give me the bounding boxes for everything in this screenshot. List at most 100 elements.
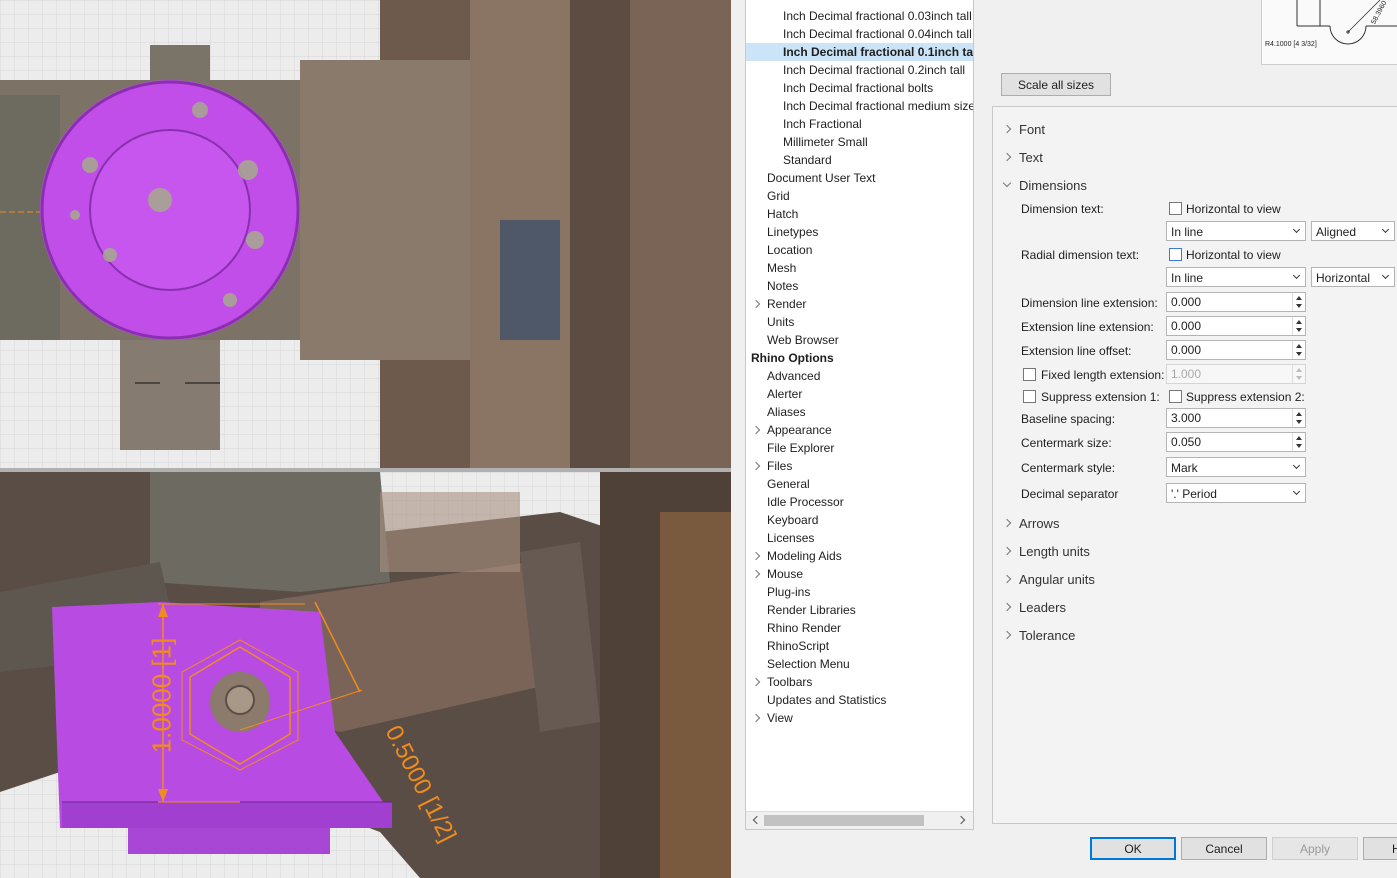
- tree-item[interactable]: Mesh: [767, 259, 796, 277]
- spin-down-icon[interactable]: [1296, 376, 1302, 380]
- tree-item[interactable]: Document User Text: [767, 169, 876, 187]
- tree-item[interactable]: Notes: [767, 277, 798, 295]
- tree-item[interactable]: Render: [767, 295, 806, 313]
- spin-up-icon[interactable]: [1296, 344, 1302, 348]
- tree-header[interactable]: Rhino Options: [751, 349, 834, 367]
- tree-horizontal-scrollbar[interactable]: [746, 811, 973, 829]
- expand-chevron-icon[interactable]: [751, 461, 761, 471]
- dim-line-ext-input[interactable]: 0.000: [1166, 292, 1306, 312]
- ext-line-ext-input[interactable]: 0.000: [1166, 316, 1306, 336]
- tree-item[interactable]: Inch Decimal fractional 0.04inch tall: [783, 25, 972, 43]
- tree-item[interactable]: Updates and Statistics: [767, 691, 886, 709]
- spin-up-icon[interactable]: [1296, 412, 1302, 416]
- spin-up-icon[interactable]: [1296, 320, 1302, 324]
- scroll-left-icon[interactable]: [752, 815, 762, 825]
- tree-item[interactable]: Render Libraries: [767, 601, 856, 619]
- help-button[interactable]: H: [1363, 837, 1397, 860]
- tree-item[interactable]: Modeling Aids: [767, 547, 842, 565]
- tree-item[interactable]: Web Browser: [767, 331, 839, 349]
- dimensions-collapse-icon[interactable]: [1002, 178, 1012, 188]
- spin-up-icon[interactable]: [1296, 436, 1302, 440]
- tolerance-expand-icon[interactable]: [1002, 630, 1012, 640]
- tree-item[interactable]: Selection Menu: [767, 655, 850, 673]
- centermark-size-input[interactable]: 0.050: [1166, 432, 1306, 452]
- top-viewport[interactable]: [0, 0, 731, 468]
- expand-chevron-icon[interactable]: [751, 425, 761, 435]
- font-expand-icon[interactable]: [1002, 124, 1012, 134]
- tree-item[interactable]: Inch Decimal fractional 0.2inch tall: [783, 61, 965, 79]
- tree-item[interactable]: Linetypes: [767, 223, 818, 241]
- spin-down-icon[interactable]: [1296, 352, 1302, 356]
- tree-item[interactable]: Inch Decimal fractional 0.1inch tall: [746, 43, 973, 61]
- tree-item[interactable]: File Explorer: [767, 439, 834, 457]
- tree-item[interactable]: Location: [767, 241, 812, 259]
- text-expand-icon[interactable]: [1002, 152, 1012, 162]
- tree-item[interactable]: Alerter: [767, 385, 802, 403]
- scroll-right-icon[interactable]: [956, 815, 966, 825]
- tree-item[interactable]: General: [767, 475, 810, 493]
- scrollbar-thumb[interactable]: [764, 815, 924, 826]
- tree-item[interactable]: Inch Fractional: [783, 115, 862, 133]
- expand-chevron-icon[interactable]: [751, 569, 761, 579]
- section-length-units[interactable]: Length units: [1019, 544, 1090, 559]
- ext-line-offset-input[interactable]: 0.000: [1166, 340, 1306, 360]
- cancel-button[interactable]: Cancel: [1181, 837, 1267, 860]
- centermark-style-select[interactable]: Mark: [1166, 457, 1306, 477]
- tree-item[interactable]: Appearance: [767, 421, 832, 439]
- expand-chevron-icon[interactable]: [751, 713, 761, 723]
- section-tolerance[interactable]: Tolerance: [1019, 628, 1075, 643]
- tree-item[interactable]: Keyboard: [767, 511, 818, 529]
- suppress-extension-2-checkbox[interactable]: [1169, 390, 1182, 403]
- spin-down-icon[interactable]: [1296, 420, 1302, 424]
- tree-item[interactable]: Grid: [767, 187, 790, 205]
- leaders-expand-icon[interactable]: [1002, 602, 1012, 612]
- angular-units-expand-icon[interactable]: [1002, 574, 1012, 584]
- tree-item[interactable]: Units: [767, 313, 794, 331]
- length-units-expand-icon[interactable]: [1002, 546, 1012, 556]
- radial-text-alignment-select[interactable]: Horizontal: [1311, 267, 1395, 287]
- tree-item[interactable]: Plug-ins: [767, 583, 810, 601]
- tree-item[interactable]: RhinoScript: [767, 637, 829, 655]
- bottom-viewport[interactable]: 1.0000 [1] 0.5000 [1/2]: [0, 472, 731, 878]
- suppress-extension-1-checkbox[interactable]: [1023, 390, 1036, 403]
- tree-item[interactable]: Millimeter Small: [783, 133, 868, 151]
- scale-all-sizes-button[interactable]: Scale all sizes: [1001, 73, 1111, 96]
- section-leaders[interactable]: Leaders: [1019, 600, 1066, 615]
- tree-item[interactable]: Toolbars: [767, 673, 812, 691]
- decimal-separator-select[interactable]: '.' Period: [1166, 483, 1306, 503]
- expand-chevron-icon[interactable]: [751, 677, 761, 687]
- tree-item[interactable]: Mouse: [767, 565, 803, 583]
- dim-text-position-select[interactable]: In line: [1166, 221, 1306, 241]
- tree-item[interactable]: Idle Processor: [767, 493, 844, 511]
- baseline-spacing-input[interactable]: 3.000: [1166, 408, 1306, 428]
- horizontal-to-view-checkbox[interactable]: [1169, 202, 1182, 215]
- section-text[interactable]: Text: [1019, 150, 1043, 165]
- tree-item[interactable]: Hatch: [767, 205, 798, 223]
- ok-button[interactable]: OK: [1090, 837, 1176, 860]
- section-angular-units[interactable]: Angular units: [1019, 572, 1095, 587]
- spin-down-icon[interactable]: [1296, 304, 1302, 308]
- tree-item[interactable]: Standard: [783, 151, 832, 169]
- tree-item[interactable]: Aliases: [767, 403, 806, 421]
- section-arrows[interactable]: Arrows: [1019, 516, 1059, 531]
- tree-item[interactable]: Licenses: [767, 529, 814, 547]
- tree-item[interactable]: View: [767, 709, 793, 727]
- apply-button[interactable]: Apply: [1272, 837, 1358, 860]
- tree-item[interactable]: Files: [767, 457, 792, 475]
- expand-chevron-icon[interactable]: [751, 551, 761, 561]
- dim-text-alignment-select[interactable]: Aligned: [1311, 221, 1395, 241]
- arrows-expand-icon[interactable]: [1002, 518, 1012, 528]
- spin-down-icon[interactable]: [1296, 328, 1302, 332]
- options-tree[interactable]: Inch Decimal fractional 0.03inch tall Inc…: [745, 0, 974, 830]
- tree-item[interactable]: Rhino Render: [767, 619, 841, 637]
- spin-up-icon[interactable]: [1296, 368, 1302, 372]
- tree-item[interactable]: Inch Decimal fractional bolts: [783, 79, 933, 97]
- expand-chevron-icon[interactable]: [751, 299, 761, 309]
- radial-horizontal-to-view-checkbox[interactable]: [1169, 248, 1182, 261]
- tree-item[interactable]: Advanced: [767, 367, 820, 385]
- radial-text-position-select[interactable]: In line: [1166, 267, 1306, 287]
- tree-item[interactable]: Inch Decimal fractional 0.03inch tall: [783, 7, 972, 25]
- fixed-length-input[interactable]: 1.000: [1166, 364, 1306, 384]
- tree-item[interactable]: Inch Decimal fractional medium size: [783, 97, 973, 115]
- spin-up-icon[interactable]: [1296, 296, 1302, 300]
